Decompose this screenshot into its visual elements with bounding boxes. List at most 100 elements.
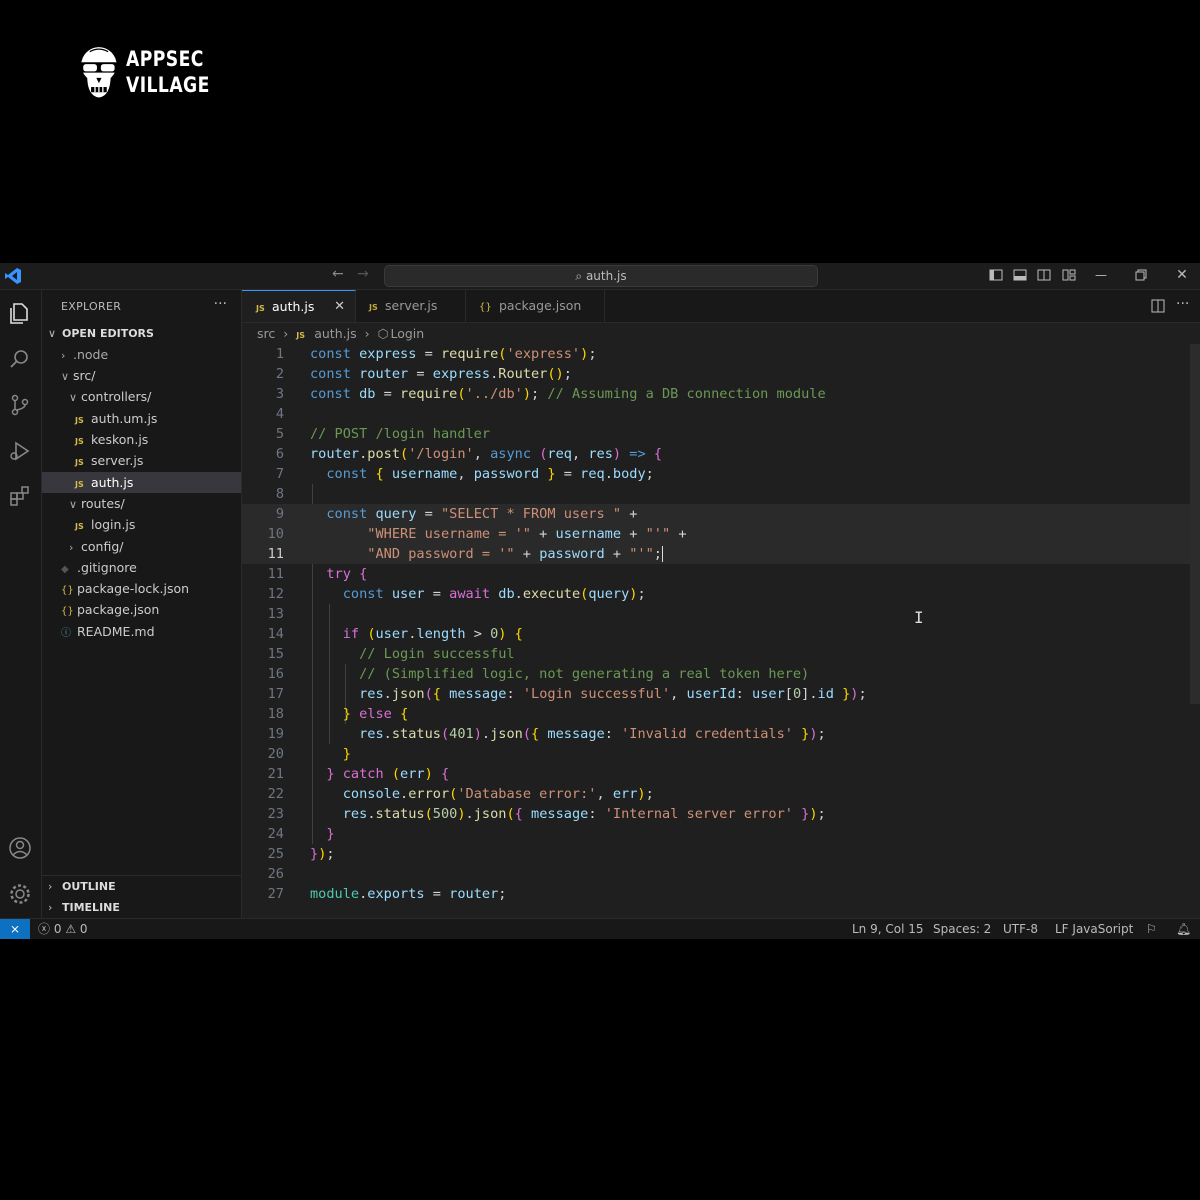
line-number: 13 — [267, 606, 284, 622]
tree-item-node[interactable]: › .node — [42, 344, 241, 365]
tree-item-auth-js[interactable]: JS auth.js — [42, 472, 241, 493]
code-line: 25}); — [242, 844, 1190, 864]
code-line: 20 } — [242, 744, 1190, 764]
timeline-section[interactable]: › TIMELINE — [48, 901, 120, 914]
code-line: 27 module.exports = router; — [242, 884, 1190, 904]
close-tab-icon[interactable]: ✕ — [334, 291, 345, 323]
editor-more-actions-icon[interactable]: ··· — [1176, 296, 1189, 312]
encoding-status[interactable]: UTF-8 — [1003, 919, 1038, 939]
line-number: 12 — [267, 586, 284, 602]
tab-package-json[interactable]: {} package.json — [465, 290, 605, 322]
appsec-village-logo: APPSEC VILLAGE — [78, 30, 228, 114]
code-line: 3 const db = require('../db'); // Assumin… — [242, 384, 1190, 404]
run-debug-icon[interactable] — [7, 438, 33, 464]
tree-item-keskon-js[interactable]: JS keskon.js — [42, 429, 241, 450]
back-arrow-icon[interactable]: ← — [332, 266, 344, 282]
chevron-down-icon: ∨ — [69, 391, 78, 404]
toggle-panel-icon[interactable] — [1012, 267, 1028, 283]
outline-section[interactable]: › OUTLINE — [48, 880, 116, 893]
line-number: 14 — [267, 626, 284, 642]
tree-item-package-lock-json[interactable]: {} package-lock.json — [42, 578, 241, 599]
tree-item-gitignore[interactable]: ◆ .gitignore — [42, 557, 241, 578]
chevron-right-icon: › — [69, 541, 74, 554]
breadcrumb-separator-icon: › — [364, 326, 370, 341]
line-number: 9 — [275, 506, 284, 522]
tree-item-auth-um-js[interactable]: JS auth.um.js — [42, 408, 241, 429]
command-center-text: auth.js — [585, 269, 627, 283]
sidebar-divider — [42, 875, 241, 876]
warning-icon: ⚠ — [65, 922, 77, 936]
command-center-search[interactable]: ⌕ auth.js — [384, 265, 818, 287]
remote-indicator-icon[interactable]: ⨯ — [0, 919, 30, 939]
chevron-down-icon: ∨ — [61, 370, 70, 383]
code-line: 19 res.status(401).json({ message: 'Inva… — [242, 724, 1190, 744]
tree-item-readme-md[interactable]: ⓘ README.md — [42, 621, 241, 642]
tree-item-package-json[interactable]: {} package.json — [42, 599, 241, 620]
tree-item-controllers[interactable]: ∨ controllers/ — [42, 386, 241, 407]
indentation-status[interactable]: Spaces: 2 — [933, 919, 991, 939]
toggle-secondary-sidebar-icon[interactable] — [1036, 267, 1052, 283]
code-line: 22 console.error('Database error:', err)… — [242, 784, 1190, 804]
tab-auth-js[interactable]: JS auth.js ✕ — [242, 290, 356, 322]
tree-item-label: package.json — [77, 602, 160, 617]
title-bar: ← → ⌕ auth.js — ✕ — [0, 263, 1200, 290]
code-line: 5 // POST /login handler — [242, 424, 1190, 444]
line-number: 11 — [267, 546, 284, 562]
problems-indicator[interactable]: ⓧ 0 ⚠ 0 — [38, 919, 88, 939]
code-line: 15 // Login successful — [242, 644, 1190, 664]
language-mode-status[interactable]: LF JavaSoript — [1055, 919, 1133, 939]
breadcrumb-file[interactable]: auth.js — [314, 326, 356, 341]
cursor-position[interactable]: Ln 9, Col 15 — [852, 919, 924, 939]
notifications-bell-icon[interactable]: 🔔︎ — [1176, 919, 1191, 939]
code-editor[interactable]: 1 const express = require('express'); 2 co… — [242, 344, 1200, 914]
search-activity-icon[interactable] — [7, 346, 33, 372]
code-text: } — [342, 746, 351, 762]
extensions-icon[interactable] — [7, 484, 33, 510]
tab-server-js[interactable]: JS server.js — [355, 290, 466, 322]
breadcrumb-symbol[interactable]: Login — [390, 326, 424, 341]
toggle-sidebar-icon[interactable] — [988, 267, 1004, 283]
settings-gear-icon[interactable] — [7, 881, 33, 907]
editor-scrollbar[interactable] — [1190, 344, 1200, 704]
line-number: 21 — [267, 766, 284, 782]
forward-arrow-icon[interactable]: → — [357, 266, 369, 282]
json-file-icon: {} — [61, 606, 74, 617]
code-line-highlighted: 9 const query = "SELECT * FROM users " + — [242, 504, 1190, 524]
line-number: 5 — [275, 426, 284, 442]
vscode-window: ← → ⌕ auth.js — ✕ EXPLORER ··· ∨ OPEN EDI… — [0, 263, 1200, 939]
source-control-icon[interactable] — [7, 392, 33, 418]
logo-text: APPSEC VILLAGE — [126, 46, 210, 98]
code-text: const express = require('express'); — [310, 346, 597, 362]
feedback-icon[interactable]: ⚐ — [1146, 919, 1157, 939]
line-number: 6 — [275, 446, 284, 462]
customize-layout-icon[interactable] — [1061, 267, 1077, 283]
split-editor-icon[interactable] — [1150, 298, 1166, 314]
line-number: 10 — [267, 526, 284, 542]
code-text: module.exports = router; — [310, 886, 507, 902]
tree-item-config[interactable]: › config/ — [42, 536, 241, 557]
breadcrumb-folder[interactable]: src — [257, 326, 275, 341]
close-window-icon[interactable]: ✕ — [1174, 267, 1190, 283]
open-editors-label: OPEN EDITORS — [62, 327, 154, 340]
logo-line-2: VILLAGE — [125, 73, 210, 97]
code-text: try { — [326, 566, 368, 582]
tree-item-server-js[interactable]: JS server.js — [42, 450, 241, 471]
line-number: 19 — [267, 726, 284, 742]
minimize-icon[interactable]: — — [1093, 267, 1109, 283]
tree-item-login-js[interactable]: JS login.js — [42, 514, 241, 535]
js-file-icon: JS — [296, 331, 305, 340]
more-actions-icon[interactable]: ··· — [214, 296, 227, 312]
open-editors-section[interactable]: ∨ OPEN EDITORS — [48, 327, 154, 340]
tree-item-label: auth.um.js — [91, 411, 158, 426]
code-line: 6 router.post('/login', async (req, res) … — [242, 444, 1190, 464]
mouse-ibeam-cursor-icon: I — [914, 608, 924, 627]
accounts-icon[interactable] — [7, 835, 33, 861]
tree-item-routes[interactable]: ∨ routes/ — [42, 493, 241, 514]
explorer-files-icon[interactable] — [7, 300, 33, 326]
tree-item-label: src/ — [73, 368, 96, 383]
line-number: 23 — [267, 806, 284, 822]
restore-icon[interactable] — [1133, 267, 1149, 283]
chevron-down-icon: ∨ — [69, 498, 78, 511]
code-text: "AND password = '" + password + "'"; — [367, 546, 663, 562]
tree-item-src[interactable]: ∨ src/ — [42, 365, 241, 386]
